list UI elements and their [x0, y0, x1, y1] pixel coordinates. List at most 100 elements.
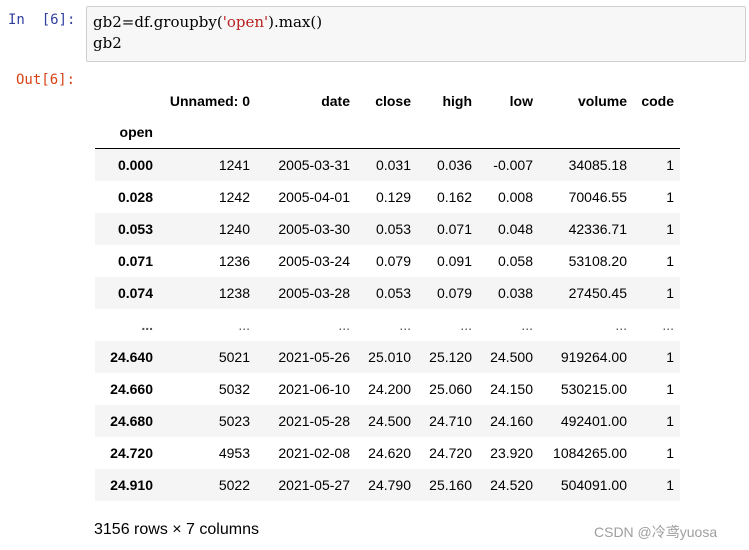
- header-blank: [256, 116, 356, 149]
- code-cell[interactable]: gb2=df.groupby('open').max() gb2: [86, 6, 746, 62]
- table-cell: ...: [615, 317, 627, 333]
- row-index: 0.000: [117, 157, 153, 173]
- table-cell: 1: [666, 157, 674, 173]
- column-header: code: [641, 93, 674, 109]
- table-cell: 504091.00: [560, 477, 627, 493]
- table-cell: 530215.00: [560, 381, 627, 397]
- input-prompt: In [6]:: [8, 12, 76, 28]
- table-cell: 5022: [218, 477, 250, 493]
- table-cell: ...: [238, 317, 250, 333]
- table-cell: 24.710: [429, 413, 472, 429]
- table-cell: 2021-02-08: [278, 445, 350, 461]
- table-cell: 492401.00: [560, 413, 627, 429]
- row-index: 24.720: [110, 445, 153, 461]
- table-cell: -0.007: [493, 157, 533, 173]
- table-cell: 2021-06-10: [278, 381, 350, 397]
- column-header: Unnamed: 0: [169, 93, 250, 109]
- table-cell: 0.038: [497, 285, 533, 301]
- column-header: high: [442, 93, 472, 109]
- table-cell: 24.620: [368, 445, 411, 461]
- table-cell: 25.010: [368, 349, 411, 365]
- table-cell: 24.500: [368, 413, 411, 429]
- table-cell: 1: [666, 221, 674, 237]
- table-cell: 1084265.00: [553, 445, 627, 461]
- column-header: low: [509, 93, 533, 109]
- table-row: 0.053 1240 2005-03-30 0.053 0.071 0.048 …: [95, 213, 680, 245]
- header-blank: [633, 116, 680, 149]
- table-cell: 0.079: [375, 253, 411, 269]
- table-cell: 24.720: [429, 445, 472, 461]
- code-text: gb2: [93, 34, 122, 52]
- header-blank: [539, 116, 633, 149]
- output-prompt: Out[6]:: [16, 72, 76, 88]
- table-row-ellipsis: ... ... ... ... ... ... ... ...: [95, 309, 680, 341]
- table-row: 0.000 1241 2005-03-31 0.031 0.036 -0.007…: [95, 148, 680, 181]
- row-index: ...: [141, 317, 153, 333]
- row-index: 24.910: [110, 477, 153, 493]
- table-cell: 2021-05-28: [278, 413, 350, 429]
- table-cell: 5032: [218, 381, 250, 397]
- row-index: 24.640: [110, 349, 153, 365]
- table-cell: 2021-05-26: [278, 349, 350, 365]
- watermark: CSDN @冷鸢yuosa: [594, 524, 718, 540]
- table-cell: 1238: [218, 285, 250, 301]
- table-cell: 24.520: [490, 477, 533, 493]
- table-cell: 0.036: [436, 157, 472, 173]
- table-cell: 23.920: [490, 445, 533, 461]
- table-cell: 25.060: [429, 381, 472, 397]
- index-header-blank: [95, 86, 159, 116]
- table-cell: 1: [666, 477, 674, 493]
- table-cell: 0.053: [375, 221, 411, 237]
- table-cell: 1: [666, 253, 674, 269]
- column-header: volume: [577, 93, 627, 109]
- table-cell: 2005-03-30: [278, 221, 350, 237]
- table-cell: 70046.55: [568, 189, 627, 205]
- table-cell: 25.120: [429, 349, 472, 365]
- table-cell: 1242: [218, 189, 250, 205]
- table-cell: 0.079: [436, 285, 472, 301]
- table-cell: 5021: [218, 349, 250, 365]
- table-cell: 1: [666, 381, 674, 397]
- header-blank: [356, 116, 417, 149]
- table-row: 24.910 5022 2021-05-27 24.790 25.160 24.…: [95, 469, 680, 501]
- index-name-row: open: [95, 116, 680, 149]
- table-cell: 34085.18: [568, 157, 627, 173]
- table-cell: ...: [460, 317, 472, 333]
- table-cell: 1: [666, 445, 674, 461]
- table-cell: 24.150: [490, 381, 533, 397]
- index-name: open: [95, 116, 159, 149]
- table-cell: 0.129: [375, 189, 411, 205]
- table-row: 24.660 5032 2021-06-10 24.200 25.060 24.…: [95, 373, 680, 405]
- table-cell: 2005-04-01: [278, 189, 350, 205]
- table-row: 0.071 1236 2005-03-24 0.079 0.091 0.058 …: [95, 245, 680, 277]
- table-row: 0.028 1242 2005-04-01 0.129 0.162 0.008 …: [95, 181, 680, 213]
- header-blank: [417, 116, 478, 149]
- table-cell: 0.053: [375, 285, 411, 301]
- row-index: 24.660: [110, 381, 153, 397]
- row-index: 0.074: [117, 285, 153, 301]
- table-row: 0.074 1238 2005-03-28 0.053 0.079 0.038 …: [95, 277, 680, 309]
- table-cell: 2005-03-28: [278, 285, 350, 301]
- table-cell: 24.500: [490, 349, 533, 365]
- header-blank: [159, 116, 256, 149]
- table-cell: 1240: [218, 221, 250, 237]
- table-cell: 1: [666, 349, 674, 365]
- table-cell: ...: [662, 317, 674, 333]
- header-blank: [478, 116, 539, 149]
- table-cell: 0.048: [497, 221, 533, 237]
- row-index: 0.028: [117, 189, 153, 205]
- table-cell: 1241: [218, 157, 250, 173]
- table-cell: 4953: [218, 445, 250, 461]
- row-index: 0.053: [117, 221, 153, 237]
- code-string: 'open': [222, 13, 269, 31]
- table-cell: 2021-05-27: [278, 477, 350, 493]
- table-cell: 1: [666, 189, 674, 205]
- table-cell: 25.160: [429, 477, 472, 493]
- table-cell: 2005-03-31: [278, 157, 350, 173]
- table-cell: 0.091: [436, 253, 472, 269]
- table-row: 24.680 5023 2021-05-28 24.500 24.710 24.…: [95, 405, 680, 437]
- code-text: ).max(): [268, 13, 323, 31]
- table-row: 24.640 5021 2021-05-26 25.010 25.120 24.…: [95, 341, 680, 373]
- column-header-row: Unnamed: 0 date close high low volume co…: [95, 86, 680, 116]
- table-cell: 24.790: [368, 477, 411, 493]
